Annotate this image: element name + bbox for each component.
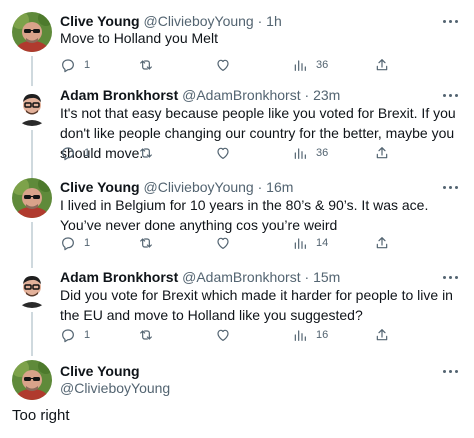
avatar-clive-image	[12, 12, 52, 52]
tweet-header: Adam Bronkhorst @AdamBronkhorst · 23m	[60, 86, 340, 104]
separator-dot: ·	[304, 269, 310, 285]
tweet-text: Too right	[12, 407, 70, 424]
author-name[interactable]: Clive Young	[60, 362, 140, 380]
retweet-icon	[140, 238, 152, 248]
reply-count: 1	[84, 59, 91, 71]
reply-count: 1	[84, 329, 91, 341]
share-icon	[376, 59, 388, 71]
views-button[interactable]: 36	[292, 144, 328, 162]
reply-button[interactable]: 1	[60, 144, 90, 162]
author-name[interactable]: Adam Bronkhorst	[60, 87, 178, 103]
avatar-clive[interactable]	[12, 178, 52, 218]
retweet-icon	[140, 330, 152, 340]
views-button[interactable]: 36	[292, 56, 328, 74]
author-handle[interactable]: @AdamBronkhorst	[182, 269, 300, 285]
more-icon[interactable]	[442, 86, 460, 104]
share-button[interactable]	[374, 144, 390, 162]
separator-dot: ·	[257, 13, 263, 29]
tweet-text: Move to Holland you Melt	[60, 30, 218, 46]
retweet-icon	[140, 60, 152, 70]
tweet-time[interactable]: 1h	[266, 13, 282, 29]
share-icon	[376, 329, 388, 341]
like-icon	[217, 59, 229, 71]
tweet-actions: 1 16	[60, 326, 460, 344]
separator-dot: ·	[304, 87, 310, 103]
tweet-text: I lived in Belgium for 10 years in the 8…	[60, 197, 429, 233]
views-count: 16	[316, 329, 329, 341]
avatar-clive-image	[12, 178, 52, 218]
avatar-adam-image	[12, 268, 52, 308]
like-icon	[217, 147, 229, 159]
tweet-time[interactable]: 15m	[313, 269, 340, 285]
views-icon	[294, 238, 306, 249]
like-icon	[217, 329, 229, 341]
views-icon	[294, 60, 306, 71]
author-name[interactable]: Clive Young	[60, 179, 140, 195]
reply-icon	[62, 147, 74, 161]
tweet-text: Did you vote for Brexit which made it ha…	[60, 287, 453, 323]
like-icon	[217, 237, 229, 249]
tweet-header: Adam Bronkhorst @AdamBronkhorst · 15m	[60, 268, 340, 286]
like-button[interactable]	[215, 234, 239, 252]
more-icon[interactable]	[442, 178, 460, 196]
reply-button[interactable]: 1	[60, 234, 90, 252]
like-button[interactable]	[215, 56, 239, 74]
author-name[interactable]: Clive Young	[60, 13, 140, 29]
views-icon	[294, 148, 306, 159]
retweet-button[interactable]	[138, 326, 162, 344]
share-button[interactable]	[374, 56, 390, 74]
more-icon[interactable]	[442, 362, 460, 380]
share-icon	[376, 237, 388, 249]
views-count: 36	[316, 59, 329, 71]
reply-count: 1	[84, 147, 91, 159]
reply-icon	[62, 329, 74, 343]
retweet-button[interactable]	[138, 144, 162, 162]
views-count: 14	[316, 237, 329, 249]
avatar-adam[interactable]	[12, 86, 52, 126]
reply-button[interactable]: 1	[60, 326, 90, 344]
share-icon	[376, 147, 388, 159]
author-name[interactable]: Adam Bronkhorst	[60, 269, 178, 285]
author-handle[interactable]: @ClivieboyYoung	[144, 179, 254, 195]
avatar-adam-image	[12, 86, 52, 126]
tweet-time[interactable]: 16m	[266, 179, 293, 195]
views-button[interactable]: 14	[292, 234, 328, 252]
tweet-2[interactable]: Adam Bronkhorst @AdamBronkhorst · 23m It…	[0, 86, 474, 178]
separator-dot: ·	[257, 179, 263, 195]
more-icon[interactable]	[442, 268, 460, 286]
like-button[interactable]	[215, 326, 239, 344]
tweet-actions: 1 36	[60, 56, 460, 74]
views-count: 36	[316, 147, 329, 159]
tweet-3[interactable]: Clive Young @ClivieboyYoung · 16m I live…	[0, 178, 474, 268]
views-icon	[294, 330, 306, 341]
tweet-header: Clive Young @ClivieboyYoung · 16m	[60, 178, 293, 196]
tweet-4[interactable]: Adam Bronkhorst @AdamBronkhorst · 15m Di…	[0, 268, 474, 356]
author-handle[interactable]: @ClivieboyYoung	[144, 13, 254, 29]
views-button[interactable]: 16	[292, 326, 328, 344]
share-button[interactable]	[374, 234, 390, 252]
retweet-button[interactable]	[138, 234, 162, 252]
reply-icon	[62, 59, 74, 73]
reply-count: 1	[84, 237, 91, 249]
reply-icon	[62, 237, 74, 251]
like-button[interactable]	[215, 144, 239, 162]
tweet-time[interactable]: 23m	[313, 87, 340, 103]
thread-line	[31, 222, 33, 268]
author-handle[interactable]: @ClivieboyYoung	[60, 379, 170, 397]
thread-line	[31, 130, 33, 178]
tweet-1[interactable]: Clive Young @ClivieboyYoung · 1h Move to…	[0, 12, 474, 96]
author-handle[interactable]: @AdamBronkhorst	[182, 87, 300, 103]
retweet-icon	[140, 148, 152, 158]
tweet-actions: 1 14	[60, 234, 460, 252]
avatar-clive[interactable]	[12, 12, 52, 52]
avatar-clive[interactable]	[12, 360, 52, 400]
thread-line	[31, 312, 33, 356]
main-tweet: Clive Young @ClivieboyYoung Too right	[0, 360, 474, 430]
tweet-actions: 1 36	[60, 144, 460, 162]
reply-button[interactable]: 1	[60, 56, 90, 74]
share-button[interactable]	[374, 326, 390, 344]
avatar-clive-image	[12, 360, 52, 400]
retweet-button[interactable]	[138, 56, 162, 74]
avatar-adam[interactable]	[12, 268, 52, 308]
